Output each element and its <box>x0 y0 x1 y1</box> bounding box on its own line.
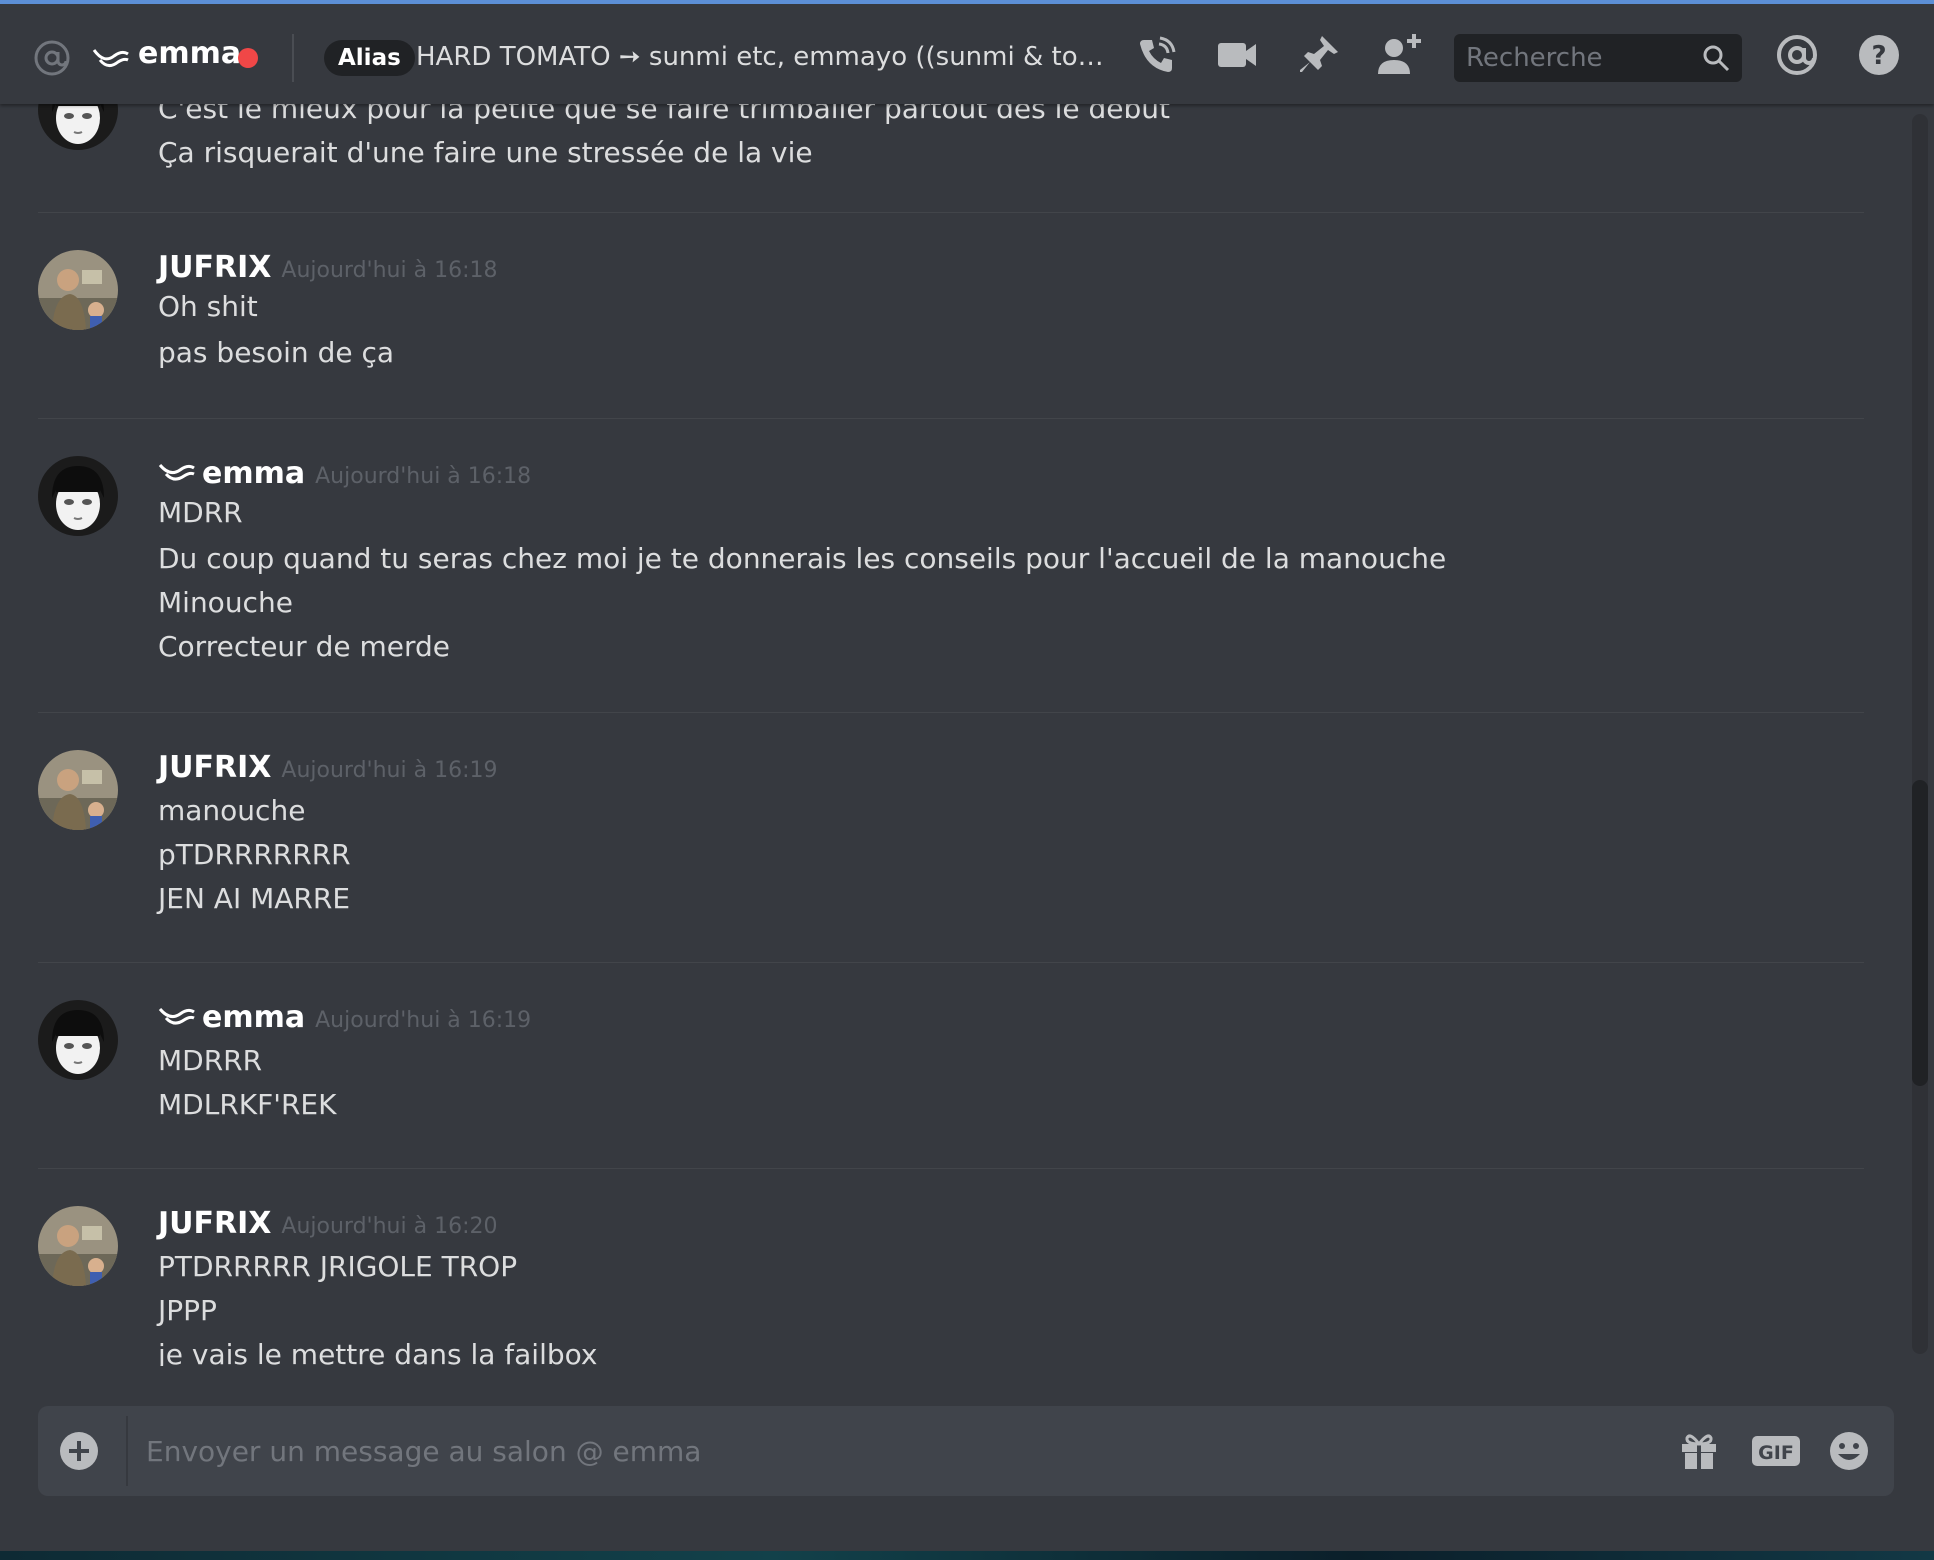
message-line: PTDRRRRR JRIGOLE TROP <box>158 1250 518 1283</box>
mention-icon[interactable] <box>1774 32 1820 78</box>
message-divider <box>38 1168 1864 1169</box>
svg-text:?: ? <box>1871 41 1886 71</box>
channel-header: emma Alias HARD TOMATO ➙ sunmi etc, emma… <box>0 4 1934 104</box>
pin-icon[interactable] <box>1296 32 1342 78</box>
avatar-jufrix[interactable] <box>38 250 118 330</box>
avatar-emma[interactable] <box>38 456 118 536</box>
add-friend-icon[interactable] <box>1376 32 1422 78</box>
message-line: MDLRKF'REK <box>158 1088 337 1121</box>
timestamp: Aujourd'hui à 16:19 <box>281 758 498 783</box>
message-line: je vais le mettre dans la failbox <box>158 1338 598 1366</box>
scrollbar-thumb[interactable] <box>1912 780 1928 1086</box>
author-name[interactable]: emma <box>202 1000 305 1035</box>
wave-icon <box>158 1005 196 1029</box>
composer-divider <box>126 1416 128 1486</box>
search-input[interactable] <box>1454 34 1694 82</box>
wave-icon <box>158 461 196 485</box>
message-line: Oh shit <box>158 290 258 323</box>
gif-icon[interactable]: GIF <box>1750 1430 1802 1472</box>
message-header: JUFRIX Aujourd'hui à 16:20 <box>158 1206 497 1246</box>
message-line: pas besoin de ça <box>158 336 395 369</box>
message-divider <box>38 212 1864 213</box>
avatar-jufrix[interactable] <box>38 750 118 830</box>
message-line: Ça risquerait d'une faire une stressée d… <box>158 136 813 169</box>
channel-topic[interactable]: HARD TOMATO ➙ sunmi etc, emmayo ((sunmi … <box>416 42 1116 72</box>
scrollbar-track[interactable] <box>1912 114 1928 1354</box>
message-line: C'est le mieux pour la petite que se fai… <box>158 104 1171 125</box>
search-icon[interactable] <box>1702 44 1730 72</box>
call-icon[interactable] <box>1134 32 1180 78</box>
avatar-jufrix[interactable] <box>38 1206 118 1286</box>
avatar-emma[interactable] <box>38 104 118 150</box>
message-list[interactable]: C'est le mieux pour la petite que se fai… <box>0 104 1934 1366</box>
message-line: JPPP <box>158 1294 217 1327</box>
message-divider <box>38 712 1864 713</box>
dm-name: emma <box>138 36 242 71</box>
message-line: Minouche <box>158 586 293 619</box>
message-line: MDRRR <box>158 1044 263 1077</box>
status-dnd-indicator <box>238 48 258 68</box>
message-line: pTDRRRRRRR <box>158 838 351 871</box>
emoji-icon[interactable] <box>1828 1430 1870 1472</box>
gif-label: GIF <box>1758 1442 1794 1464</box>
add-attachment-icon[interactable] <box>58 1430 100 1472</box>
message-divider <box>38 962 1864 963</box>
timestamp: Aujourd'hui à 16:19 <box>315 1008 532 1033</box>
message-divider <box>38 418 1864 419</box>
timestamp: Aujourd'hui à 16:18 <box>281 258 498 283</box>
timestamp: Aujourd'hui à 16:18 <box>315 464 532 489</box>
message-line: JEN AI MARRE <box>158 882 351 915</box>
author-name[interactable]: emma <box>202 456 305 491</box>
message-line: manouche <box>158 794 306 827</box>
message-composer: GIF <box>38 1406 1894 1496</box>
message-header: emma Aujourd'hui à 16:19 <box>158 1000 531 1040</box>
gift-icon[interactable] <box>1678 1430 1720 1472</box>
avatar-emma[interactable] <box>38 1000 118 1080</box>
help-icon[interactable]: ? <box>1856 32 1902 78</box>
desktop-background-strip <box>0 1551 1934 1560</box>
message-line: Du coup quand tu seras chez moi je te do… <box>158 542 1447 575</box>
author-name[interactable]: JUFRIX <box>158 1206 271 1241</box>
wave-icon <box>92 49 129 67</box>
header-divider <box>292 34 294 82</box>
message-header: JUFRIX Aujourd'hui à 16:19 <box>158 750 497 790</box>
message-line: Correcteur de merde <box>158 630 451 663</box>
message-line: MDRR <box>158 496 243 529</box>
at-icon <box>34 40 70 76</box>
timestamp: Aujourd'hui à 16:20 <box>281 1214 498 1239</box>
message-header: emma Aujourd'hui à 16:18 <box>158 456 531 496</box>
video-icon[interactable] <box>1214 32 1260 78</box>
author-name[interactable]: JUFRIX <box>158 750 271 785</box>
search-box[interactable] <box>1454 34 1742 82</box>
message-input[interactable] <box>146 1406 1646 1496</box>
author-name[interactable]: JUFRIX <box>158 250 271 285</box>
alias-badge: Alias <box>324 40 415 76</box>
discord-dm-window: emma Alias HARD TOMATO ➙ sunmi etc, emma… <box>0 0 1934 1551</box>
message-header: JUFRIX Aujourd'hui à 16:18 <box>158 250 497 290</box>
